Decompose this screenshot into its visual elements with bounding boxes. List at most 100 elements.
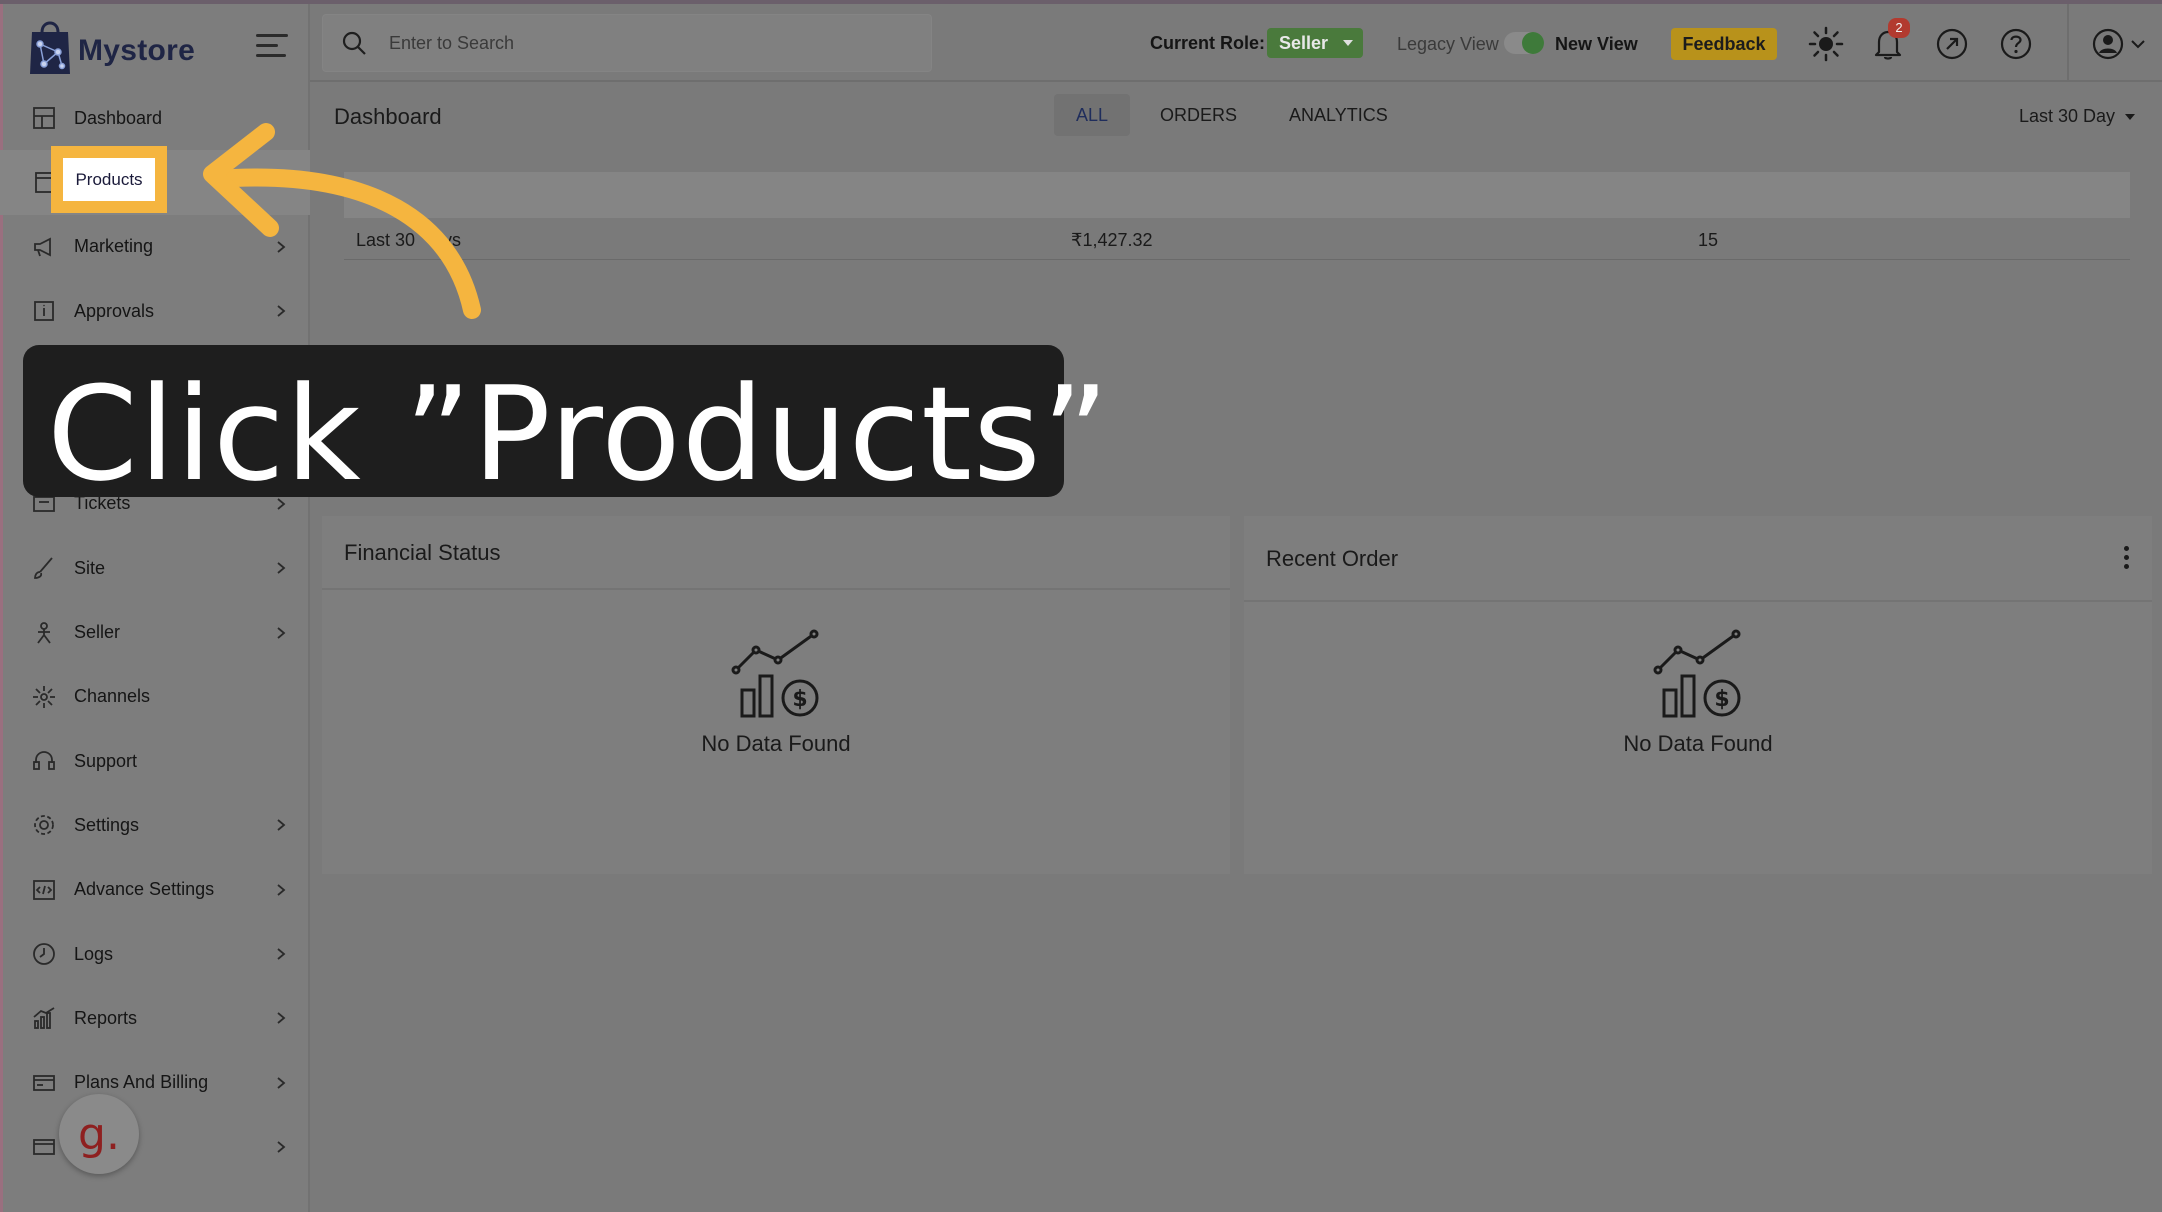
recent-order-card: Recent Order $ No Data Found [1244, 516, 2152, 874]
chevron-right-icon [274, 883, 288, 897]
megaphone-icon [30, 233, 58, 261]
search-icon [342, 31, 366, 55]
code-icon [30, 876, 58, 904]
shopping-bag-icon [30, 21, 70, 74]
sidebar-item-label: Dashboard [74, 107, 163, 128]
billing-icon [30, 1069, 58, 1097]
card-divider [1244, 600, 2152, 602]
caption-text: Click ”Products” [47, 358, 1111, 510]
dashboard-tabs: ALL ORDERS ANALYTICS [1054, 94, 1410, 136]
sidebar-item-reports[interactable]: Reports [0, 986, 310, 1050]
chevron-right-icon [274, 1076, 288, 1090]
chevron-right-icon [274, 626, 288, 640]
card-title: Recent Order [1266, 546, 1399, 571]
tab-orders[interactable]: ORDERS [1138, 94, 1259, 136]
summary-table: Last 30 vs ₹1,427.32 15 [344, 170, 2130, 275]
sidebar-item-label: Settings [74, 814, 140, 835]
empty-text: No Data Found [1623, 731, 1773, 756]
sidebar-item-label: Channels [74, 686, 151, 707]
chevron-right-icon [274, 561, 288, 575]
sidebar-item-label: Approvals [74, 300, 155, 321]
sidebar-item-label: Support [74, 750, 138, 771]
card-title: Financial Status [344, 540, 501, 565]
header-divider [2067, 4, 2069, 82]
reports-icon [30, 1004, 58, 1032]
role-dropdown[interactable]: Seller [1267, 28, 1363, 58]
sidebar-item-support[interactable]: Support [0, 729, 310, 793]
sidebar-item-label: Plans And Billing [74, 1072, 209, 1093]
brand-name: Mystore [78, 34, 196, 67]
tab-all[interactable]: ALL [1054, 94, 1131, 136]
sidebar-item-label: Marketing [74, 236, 154, 257]
caret-down-icon [1343, 40, 1353, 46]
card-divider [322, 588, 1230, 590]
tab-analytics[interactable]: ANALYTICS [1267, 94, 1410, 136]
sidebar-item-advance-settings[interactable]: Advance Settings [0, 858, 310, 922]
sidebar-item-label: Logs [74, 943, 114, 964]
new-view-label: New View [1555, 34, 1638, 54]
assistant-launcher-icon[interactable]: g. [59, 1094, 139, 1174]
brush-icon [30, 554, 58, 582]
user-avatar-icon[interactable] [2090, 26, 2126, 62]
sidebar-item-seller[interactable]: Seller [0, 600, 310, 664]
chevron-right-icon [274, 1011, 288, 1025]
top-header: Current Role: Seller Legacy View New Vie… [310, 4, 2162, 82]
gear-icon [30, 811, 58, 839]
sidebar-item-logs[interactable]: Logs [0, 922, 310, 986]
search-input[interactable] [387, 31, 787, 55]
role-value: Seller [1279, 33, 1329, 53]
empty-state: $ No Data Found [1244, 628, 2152, 757]
notification-badge: 2 [1888, 18, 1910, 38]
main-content: Dashboard ALL ORDERS ANALYTICS Last 30 Day… [310, 82, 2162, 1212]
sidebar-item-site[interactable]: Site [0, 536, 310, 600]
sidebar-item-settings[interactable]: Settings [0, 793, 310, 857]
external-link-icon[interactable] [1934, 26, 1970, 62]
seller-icon [30, 619, 58, 647]
caret-down-icon [2125, 114, 2136, 121]
products-highlight-label: Products [63, 158, 155, 201]
chevron-down-icon[interactable] [2128, 26, 2148, 62]
clock-icon [30, 940, 58, 968]
svg-text:$: $ [792, 687, 807, 712]
sidebar-item-label: Site [74, 557, 106, 578]
chart-money-icon: $ [731, 629, 819, 718]
dashboard-icon [30, 104, 58, 132]
menu-toggle-icon[interactable] [256, 34, 288, 60]
svg-text:$: $ [1714, 687, 1729, 712]
help-icon[interactable] [1998, 26, 2034, 62]
logo[interactable]: Mystore [28, 14, 195, 76]
chevron-right-icon [274, 818, 288, 832]
summary-amount: ₹1,427.32 [1071, 230, 1153, 250]
sidebar-item-more[interactable] [0, 1115, 310, 1179]
chart-money-icon: $ [1653, 629, 1741, 718]
feedback-button[interactable]: Feedback [1671, 28, 1777, 60]
chevron-right-icon [274, 1140, 288, 1154]
summary-header-bar [344, 172, 2130, 218]
theme-sun-icon[interactable] [1808, 26, 1844, 62]
tutorial-caption: Click ”Products” [23, 345, 1109, 499]
headset-icon [30, 747, 58, 775]
products-highlight[interactable]: Products [51, 146, 167, 213]
summary-count: 15 [1698, 230, 1719, 250]
period-value: Last 30 Day [2019, 106, 2116, 126]
pointer-arrow-icon [203, 123, 481, 319]
legacy-view-label: Legacy View [1397, 34, 1499, 54]
empty-text: No Data Found [701, 731, 851, 756]
more-options-icon[interactable] [2124, 546, 2132, 572]
sidebar-item-channels[interactable]: Channels [0, 665, 310, 729]
summary-row: Last 30 vs ₹1,427.32 15 [344, 218, 2130, 260]
chevron-right-icon [274, 947, 288, 961]
financial-status-card: Financial Status $ No Data Found [322, 516, 1230, 874]
sidebar-item-label: Reports [74, 1007, 138, 1028]
search-bar[interactable] [322, 14, 932, 72]
sidebar-item-label: Advance Settings [74, 879, 215, 900]
sidebar-item-label: Seller [74, 622, 121, 643]
period-dropdown[interactable]: Last 30 Day [2019, 106, 2136, 127]
toggle-knob [1522, 32, 1544, 54]
empty-state: $ No Data Found [322, 628, 1230, 757]
sidebar-item-plans-and-billing[interactable]: Plans And Billing [0, 1050, 310, 1114]
channels-icon [30, 683, 58, 711]
role-label: Current Role: [1150, 33, 1266, 53]
card-icon [30, 1133, 58, 1161]
view-toggle[interactable] [1504, 32, 1544, 54]
